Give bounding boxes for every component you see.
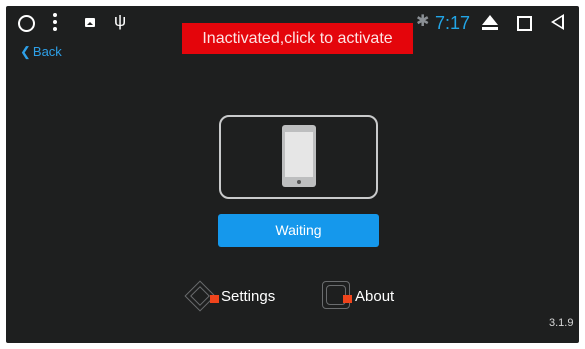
circle-home-icon[interactable] xyxy=(18,15,35,32)
settings-button[interactable]: Settings xyxy=(183,280,293,312)
marker-icon xyxy=(210,295,219,303)
back-button[interactable]: ❮ Back xyxy=(20,44,62,60)
activation-banner[interactable]: Inactivated,click to activate xyxy=(182,23,413,54)
bluetooth-icon: ✱ xyxy=(416,13,430,30)
back-label: Back xyxy=(32,44,62,59)
image-icon xyxy=(85,18,95,27)
device-frame xyxy=(219,115,378,199)
more-vert-icon[interactable] xyxy=(53,13,57,31)
back-triangle-icon[interactable] xyxy=(551,14,564,30)
about-button[interactable]: About xyxy=(320,281,410,311)
version-label: 3.1.9 xyxy=(549,317,574,329)
about-label: About xyxy=(355,288,395,305)
eject-icon[interactable] xyxy=(482,15,498,31)
settings-label: Settings xyxy=(221,288,276,305)
waiting-button[interactable]: Waiting xyxy=(218,214,379,247)
status-time: 7:17 xyxy=(435,13,471,33)
marker-icon xyxy=(343,295,352,303)
recents-square-icon[interactable] xyxy=(517,16,532,31)
phone-icon xyxy=(282,125,316,187)
chevron-left-icon: ❮ xyxy=(20,44,31,59)
usb-icon: ψ xyxy=(114,11,127,30)
app-screen: ψ ✱ 7:17 Inactivated,click to activate ❮… xyxy=(6,6,579,343)
